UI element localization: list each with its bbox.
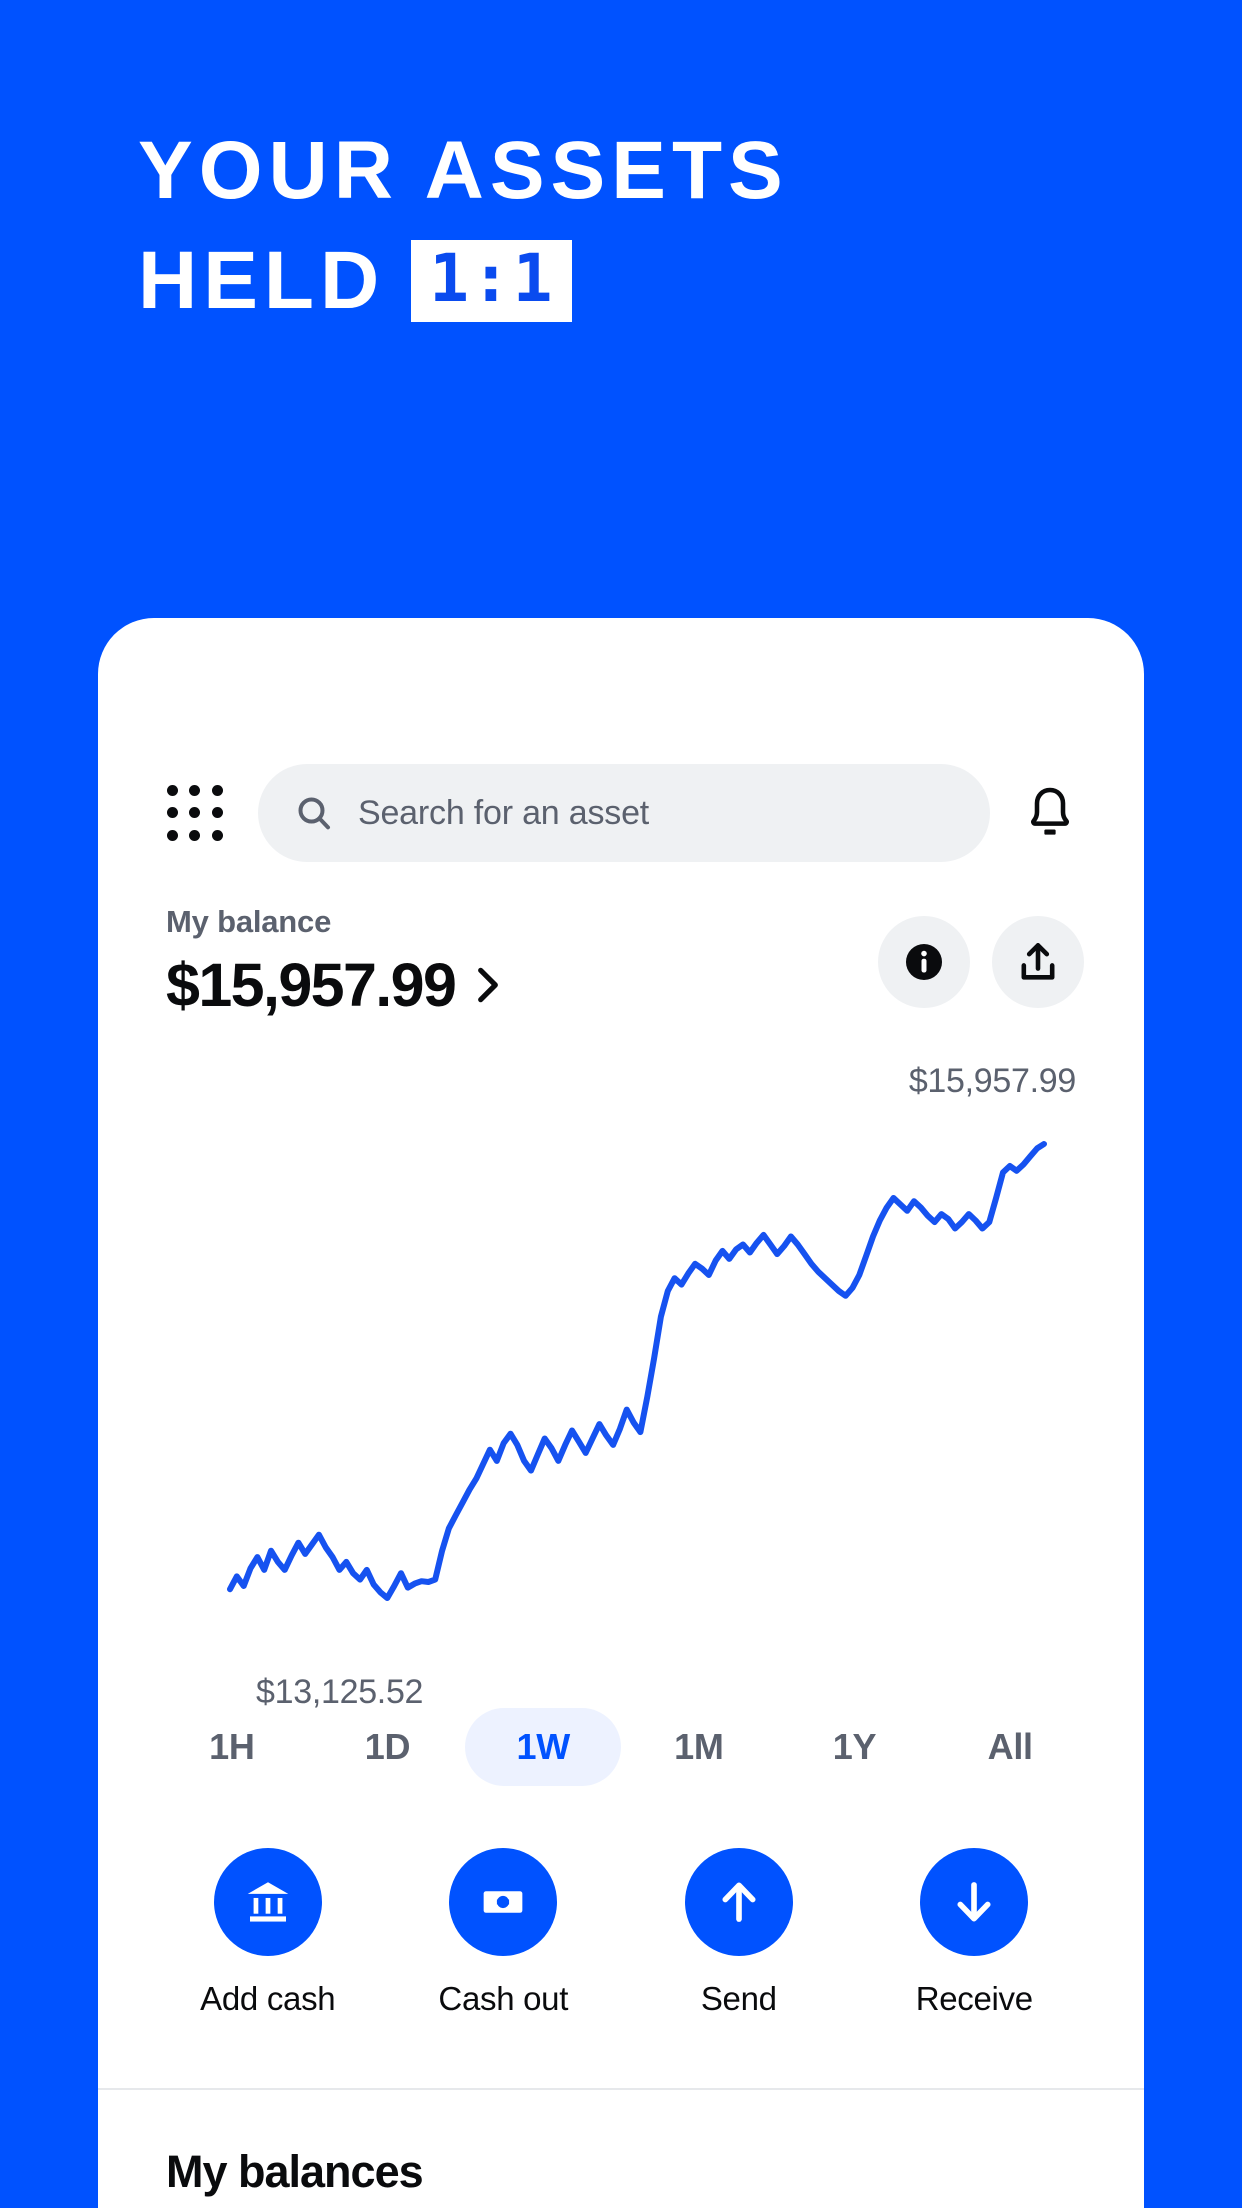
apps-grid-icon[interactable] xyxy=(166,784,224,842)
search-input[interactable]: Search for an asset xyxy=(258,764,990,862)
arrow-down-icon xyxy=(957,1882,991,1922)
action-label-receive: Receive xyxy=(915,1980,1033,2017)
action-add-cash[interactable]: Add cash xyxy=(150,1848,386,2018)
hero-line-2: HELD 1:1 xyxy=(138,235,1138,327)
range-tab-1w[interactable]: 1W xyxy=(465,1708,622,1786)
share-button[interactable] xyxy=(992,916,1084,1008)
action-label-send: Send xyxy=(700,1980,777,2017)
range-tab-1m[interactable]: 1M xyxy=(621,1708,777,1786)
action-send[interactable]: Send xyxy=(621,1848,857,2018)
chart-line-svg xyxy=(227,1141,1047,1601)
action-label-cash-out: Cash out xyxy=(438,1980,569,2017)
phone-mockup-card: Search for an asset My balance $15,957.9… xyxy=(98,618,1144,2208)
time-range-selector: 1H 1D 1W 1M 1Y All xyxy=(98,1708,1144,1786)
range-tab-1d[interactable]: 1D xyxy=(310,1708,466,1786)
cash-out-button[interactable] xyxy=(449,1848,558,1956)
info-button[interactable] xyxy=(878,916,970,1008)
bank-icon xyxy=(247,1882,288,1922)
range-tab-1h[interactable]: 1H xyxy=(154,1708,310,1786)
action-label-add-cash: Add cash xyxy=(200,1980,336,2017)
balance-left: My balance $15,957.99 xyxy=(166,904,499,1020)
quick-actions: Add cash Cash out Send Receive xyxy=(98,1848,1144,2018)
cash-banknote-icon xyxy=(483,1891,523,1913)
chart-high-label: $15,957.99 xyxy=(908,1062,1076,1100)
arrow-up-icon xyxy=(722,1882,756,1922)
balance-amount: $15,957.99 xyxy=(166,951,457,1019)
range-tab-all[interactable]: All xyxy=(932,1708,1088,1786)
receive-button[interactable] xyxy=(920,1848,1029,1956)
search-icon xyxy=(298,797,330,830)
balance-chart[interactable]: $15,957.99 $13,125.52 xyxy=(98,1058,1144,1718)
search-placeholder-text: Search for an asset xyxy=(358,793,650,832)
hero-line-2-prefix: HELD xyxy=(138,235,386,327)
bell-icon[interactable] xyxy=(1024,784,1076,842)
my-balances-heading: My balances xyxy=(166,2146,424,2197)
balance-section: My balance $15,957.99 xyxy=(166,904,1084,1020)
ratio-badge: 1:1 xyxy=(411,240,573,323)
add-cash-button[interactable] xyxy=(213,1848,322,1956)
chart-low-label: $13,125.52 xyxy=(256,1673,424,1711)
share-upload-icon xyxy=(1021,943,1055,980)
balance-amount-row[interactable]: $15,957.99 xyxy=(166,950,499,1020)
send-button[interactable] xyxy=(684,1848,793,1956)
action-cash-out[interactable]: Cash out xyxy=(386,1848,622,2018)
chevron-right-icon xyxy=(478,967,499,1003)
balance-label: My balance xyxy=(166,904,332,939)
action-receive[interactable]: Receive xyxy=(857,1848,1093,2018)
info-icon xyxy=(905,943,943,981)
hero-headline: YOUR ASSETS HELD 1:1 xyxy=(138,125,1138,327)
range-tab-1y[interactable]: 1Y xyxy=(777,1708,933,1786)
hero-line-1: YOUR ASSETS xyxy=(138,125,789,216)
app-top-bar: Search for an asset xyxy=(98,758,1144,868)
section-divider xyxy=(98,2088,1144,2090)
balance-actions xyxy=(878,916,1084,1008)
